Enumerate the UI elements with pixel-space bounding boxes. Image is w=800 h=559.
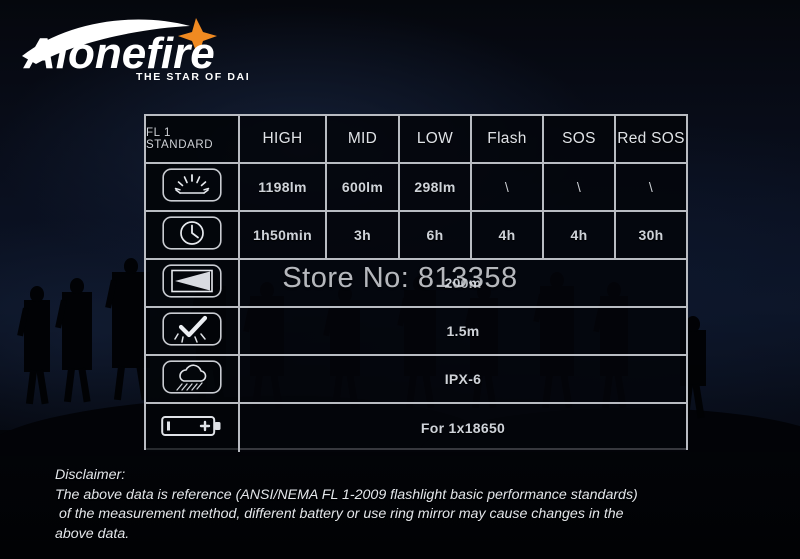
column-header-sos: SOS <box>544 116 616 162</box>
runtime-flash: 4h <box>472 212 544 258</box>
beam-distance-icon-cell <box>146 260 240 306</box>
lumens-high: 1198lm <box>240 164 327 210</box>
impact-resistance-icon <box>162 312 222 350</box>
lumens-mid: 600lm <box>327 164 400 210</box>
lumens-icon-cell <box>146 164 240 210</box>
column-header-mid: MID <box>327 116 400 162</box>
battery-icon-cell <box>146 404 240 452</box>
water-resistance-value: IPX-6 <box>240 356 686 402</box>
disclaimer-title: Disclaimer: <box>55 467 126 483</box>
runtime-mid: 3h <box>327 212 400 258</box>
runtime-low: 6h <box>400 212 472 258</box>
hiker-silhouette <box>17 286 50 405</box>
lumens-low: 298lm <box>400 164 472 210</box>
column-header-red-sos: Red SOS <box>616 116 686 162</box>
battery-icon <box>161 414 223 442</box>
column-header-high: HIGH <box>240 116 327 162</box>
logo-tagline: THE STAR OF DARK <box>136 71 248 82</box>
lumens-red-sos: \ <box>616 164 686 210</box>
lumens-icon <box>162 168 222 206</box>
impact-resistance-value: 1.5m <box>240 308 686 354</box>
product-spec-image: Alonefire THE STAR OF DARK FL 1 STANDARD… <box>0 0 800 559</box>
runtime-sos: 4h <box>544 212 616 258</box>
column-header-flash: Flash <box>472 116 544 162</box>
table-row-water-resistance: IPX-6 <box>146 356 686 404</box>
table-row-lumens: 1198lm 600lm 298lm \ \ \ <box>146 164 686 212</box>
disclaimer-line-3: above data. <box>55 525 130 542</box>
water-resistance-icon <box>162 360 222 398</box>
fl1-standard-label: FL 1 STANDARD <box>146 116 240 162</box>
lumens-flash: \ <box>472 164 544 210</box>
lumens-sos: \ <box>544 164 616 210</box>
table-header-row: FL 1 STANDARD HIGH MID LOW Flash SOS Red… <box>146 116 686 164</box>
runtime-icon-cell <box>146 212 240 258</box>
disclaimer-block: Disclaimer: The above data is reference … <box>55 466 745 544</box>
disclaimer-line-2: of the measurement method, different bat… <box>55 506 624 522</box>
brand-logo: Alonefire THE STAR OF DARK <box>18 10 248 82</box>
hiker-silhouette <box>55 278 92 403</box>
disclaimer-line-1: The above data is reference (ANSI/NEMA F… <box>55 486 638 503</box>
runtime-high: 1h50min <box>240 212 327 258</box>
table-row-runtime: 1h50min 3h 6h 4h 4h 30h <box>146 212 686 260</box>
table-row-impact-resistance: 1.5m <box>146 308 686 356</box>
battery-value: For 1x18650 <box>240 404 686 452</box>
impact-icon-cell <box>146 308 240 354</box>
column-header-low: LOW <box>400 116 472 162</box>
table-row-battery: For 1x18650 <box>146 404 686 452</box>
specification-table: FL 1 STANDARD HIGH MID LOW Flash SOS Red… <box>144 114 688 452</box>
beam-distance-value: 200m <box>240 260 686 306</box>
runtime-clock-icon <box>162 216 222 254</box>
runtime-red-sos: 30h <box>616 212 686 258</box>
beam-distance-icon <box>162 264 222 302</box>
table-row-beam-distance: 200m <box>146 260 686 308</box>
water-icon-cell <box>146 356 240 402</box>
